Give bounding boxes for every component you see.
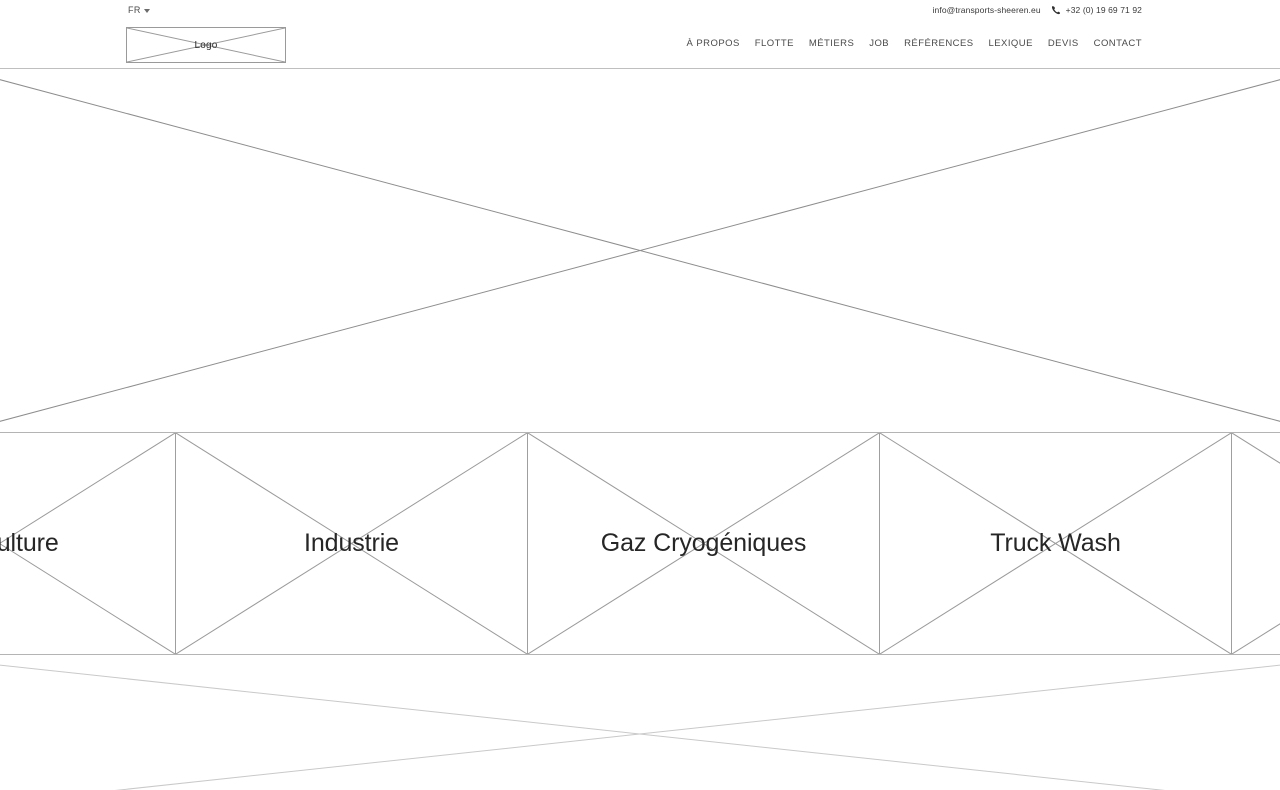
contact-email-link[interactable]: info@transports-sheeren.eu: [933, 5, 1041, 15]
nav-item-lexique[interactable]: LEXIQUE: [989, 38, 1033, 49]
category-label: Gaz Cryogéniques: [600, 529, 807, 557]
categories-carousel[interactable]: Agriculture Industrie Gaz Cryogéniques: [0, 432, 1280, 655]
category-card-truck-wash[interactable]: Truck Wash: [880, 433, 1232, 654]
nav-item-devis[interactable]: DEVIS: [1048, 38, 1079, 49]
placeholder-cross-icon: [0, 69, 1280, 432]
fleet-section: Notre flotte: [0, 655, 1280, 790]
phone-icon: [1051, 6, 1060, 15]
category-label: Industrie: [304, 529, 399, 557]
category-label: Agriculture: [0, 529, 59, 557]
categories-track: Agriculture Industrie Gaz Cryogéniques: [0, 433, 1280, 654]
category-card-next[interactable]: [1232, 433, 1280, 654]
fleet-placeholder-cross-icon: [0, 655, 1280, 790]
category-card-gaz-cryogeniques[interactable]: Gaz Cryogéniques: [528, 433, 880, 654]
nav-item-references[interactable]: RÉFÉRENCES: [904, 38, 973, 49]
category-card-agriculture[interactable]: Agriculture: [0, 433, 176, 654]
logo-placeholder-label: Logo: [194, 39, 218, 51]
category-label: [1232, 433, 1280, 654]
nav-item-flotte[interactable]: FLOTTE: [755, 38, 794, 49]
logo-placeholder[interactable]: Logo: [126, 27, 286, 63]
hero-banner-placeholder: [0, 69, 1280, 432]
nav-item-metiers[interactable]: MÉTIERS: [809, 38, 854, 49]
nav-item-a-propos[interactable]: À PROPOS: [687, 38, 740, 49]
language-switcher[interactable]: FR: [128, 5, 150, 15]
contact-phone-number: +32 (0) 19 69 71 92: [1065, 5, 1142, 15]
page-root: FR Logo info@transports-sheeren.eu +32 (…: [0, 0, 1280, 790]
contact-phone[interactable]: +32 (0) 19 69 71 92: [1051, 5, 1142, 15]
language-switcher-label: FR: [128, 5, 141, 15]
category-label: Truck Wash: [990, 529, 1121, 557]
category-card-industrie[interactable]: Industrie: [176, 433, 528, 654]
nav-item-job[interactable]: JOB: [869, 38, 889, 49]
header-contact-info: info@transports-sheeren.eu +32 (0) 19 69…: [933, 5, 1142, 15]
main-navigation: À PROPOS FLOTTE MÉTIERS JOB RÉFÉRENCES L…: [687, 38, 1142, 49]
chevron-down-icon: [143, 8, 150, 13]
nav-item-contact[interactable]: CONTACT: [1094, 38, 1142, 49]
site-header: FR Logo info@transports-sheeren.eu +32 (…: [0, 0, 1280, 69]
